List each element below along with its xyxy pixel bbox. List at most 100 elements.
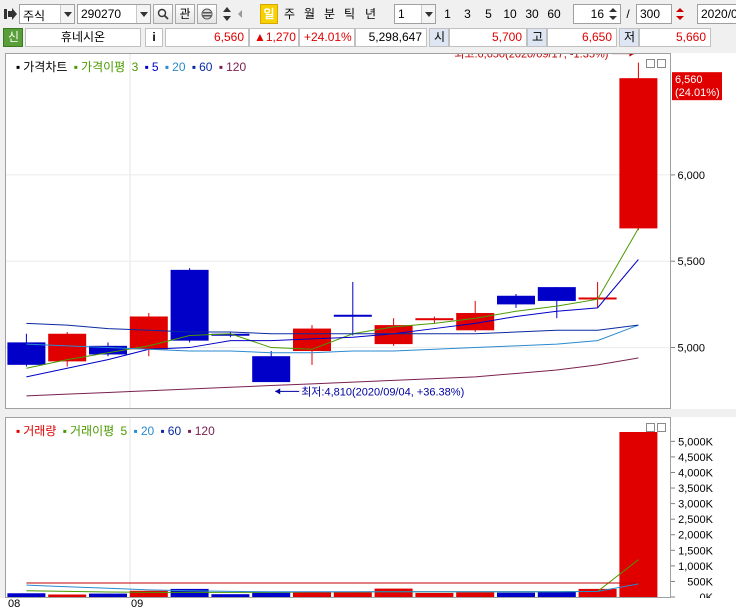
interval-60-button[interactable]: 60 xyxy=(544,4,564,24)
search-button[interactable] xyxy=(153,4,173,24)
volume-y-axis: 5,000K 4,500K 4,000K 3,500K 3,000K 2,500K 2,00… xyxy=(671,417,736,604)
candle-body xyxy=(252,356,291,383)
y-tick-label: 1,500K xyxy=(678,545,714,557)
quote-bar: 신 휴네시온 i 6,560 ▲1,270 +24.01% 5,298,647 … xyxy=(0,27,736,49)
period-year-button[interactable]: 년 xyxy=(362,4,379,24)
interest-button[interactable]: 관 xyxy=(175,4,195,24)
period-week-button[interactable]: 주 xyxy=(281,4,298,24)
legend-ma5[interactable]: 5 xyxy=(152,60,159,74)
low-label: 저 xyxy=(619,28,639,47)
legend-marker: ▪ xyxy=(218,60,224,74)
volume-bar xyxy=(374,588,413,597)
close-icon[interactable] xyxy=(657,59,666,68)
search-icon xyxy=(157,8,169,20)
swap-icon xyxy=(238,10,242,18)
stock-code: 290270 xyxy=(81,7,122,21)
legend-marker: ▪ xyxy=(16,60,21,74)
candle-body xyxy=(7,342,46,365)
link-arrow-icon[interactable] xyxy=(4,7,18,21)
legend-marker: ▪ xyxy=(73,60,79,74)
legend-vma60[interactable]: 60 xyxy=(168,424,181,438)
interval-10-button[interactable]: 10 xyxy=(500,4,520,24)
legend-marker: ▪ xyxy=(144,60,149,74)
volume-legend: ▪ 거래량 ▪ 거래이평 5 ▪ 20 ▪ 60 ▪ 120 xyxy=(16,422,218,439)
interval-combo[interactable]: 1 xyxy=(394,4,436,24)
price-y-axis-svg: 6,000 5,500 5,000 6,560(24.01%) xyxy=(671,72,722,355)
price-chart[interactable]: 최고:6,650(2020/09/17, -1.35%) 최저:4,810(202… xyxy=(6,54,670,408)
legend-ma3[interactable]: 3 xyxy=(132,60,139,74)
chart-window: 주식 290270 관 일 주 월 분 틱 년 1 1 3 5 10 30 60… xyxy=(0,0,736,611)
legend-ma120[interactable]: 120 xyxy=(226,60,246,74)
market-combo[interactable]: 주식 xyxy=(19,4,75,24)
page-total-field[interactable]: 300 xyxy=(636,4,672,24)
low-annotation: 최저:4,810(2020/09/04, +36.38%) xyxy=(301,385,464,398)
chevron-down-icon[interactable] xyxy=(421,5,435,23)
stepper-arrows-icon[interactable] xyxy=(607,5,619,23)
interval-3-button[interactable]: 3 xyxy=(460,4,475,24)
price-ma-title: 가격이평 xyxy=(81,60,126,74)
y-tick-label: 2,000K xyxy=(678,530,714,542)
ma-line-60 xyxy=(26,322,639,335)
y-tick-label: 3,000K xyxy=(678,499,714,511)
page-total-value: 300 xyxy=(640,7,661,21)
settings-button[interactable] xyxy=(197,4,217,24)
stock-code-combo[interactable]: 290270 xyxy=(77,4,151,24)
volume-bar xyxy=(333,592,372,597)
volume-legend-title: 거래량 xyxy=(23,424,57,438)
close-icon[interactable] xyxy=(657,423,666,432)
price-pane-window-buttons xyxy=(644,57,666,71)
legend-ma60[interactable]: 60 xyxy=(199,60,212,74)
price-chart-pane[interactable]: 최고:6,650(2020/09/17, -1.35%) 최저:4,810(202… xyxy=(5,53,671,409)
volume-pane-window-buttons xyxy=(644,421,666,435)
stock-name: 휴네시온 xyxy=(25,28,141,47)
candle-body xyxy=(619,78,658,229)
period-day-button[interactable]: 일 xyxy=(260,4,278,24)
date-field[interactable]: 2020/0 xyxy=(697,4,736,24)
interval-5-button[interactable]: 5 xyxy=(481,4,496,24)
interval-30-button[interactable]: 30 xyxy=(522,4,542,24)
y-tick-label: 6,000 xyxy=(677,170,705,182)
price-legend: ▪ 가격차트 ▪ 가격이평 3 ▪ 5 ▪ 20 ▪ 60 ▪ 120 xyxy=(16,58,249,75)
volume-bar xyxy=(456,592,495,597)
current-price: 6,560 xyxy=(165,28,249,47)
current-price-tag: 6,560 xyxy=(675,74,703,86)
legend-ma20[interactable]: 20 xyxy=(172,60,185,74)
legend-marker: ▪ xyxy=(191,60,197,74)
price-change-pct: +24.01% xyxy=(299,28,355,47)
minimize-icon[interactable] xyxy=(646,59,655,68)
high-label: 고 xyxy=(527,28,547,47)
legend-vma20[interactable]: 20 xyxy=(141,424,154,438)
page-separator: / xyxy=(626,7,630,21)
chevron-down-icon[interactable] xyxy=(60,5,74,23)
page-total-stepper[interactable] xyxy=(673,4,689,24)
candle-body xyxy=(415,318,454,321)
x-axis: 08 09 xyxy=(0,598,736,611)
high-price: 6,650 xyxy=(547,28,617,47)
volume-bar xyxy=(129,590,168,597)
period-tick-button[interactable]: 틱 xyxy=(341,4,358,24)
market-label: 주식 xyxy=(23,9,46,23)
y-tick-label: 4,500K xyxy=(678,452,714,464)
chevron-down-icon[interactable] xyxy=(136,5,150,23)
y-tick-label: 4,000K xyxy=(678,467,714,479)
period-month-button[interactable]: 월 xyxy=(301,4,318,24)
period-minute-button[interactable]: 분 xyxy=(321,4,338,24)
stock-spinner[interactable] xyxy=(219,4,235,24)
legend-vma120[interactable]: 120 xyxy=(195,424,215,438)
volume-chart[interactable] xyxy=(6,418,670,597)
high-annotation-arrowhead xyxy=(629,54,634,57)
y-tick-label: 1,000K xyxy=(678,561,714,573)
period-selector-divider xyxy=(236,4,250,24)
page-current-stepper[interactable]: 16 xyxy=(573,4,621,24)
volume-bar xyxy=(7,593,46,597)
volume-bar xyxy=(537,591,576,597)
interval-1-button[interactable]: 1 xyxy=(440,4,455,24)
legend-vma5[interactable]: 5 xyxy=(121,424,128,438)
legend-marker: ▪ xyxy=(62,424,67,438)
volume-chart-pane[interactable]: ▪ 거래량 ▪ 거래이평 5 ▪ 20 ▪ 60 ▪ 120 xyxy=(5,417,671,598)
y-tick-label: 5,000 xyxy=(677,343,705,355)
info-button[interactable]: i xyxy=(145,28,163,47)
current-pct-tag: (24.01%) xyxy=(675,87,720,99)
minimize-icon[interactable] xyxy=(646,423,655,432)
volume-y-axis-svg: 5,000K 4,500K 4,000K 3,500K 3,000K 2,500K 2,00… xyxy=(671,436,714,604)
